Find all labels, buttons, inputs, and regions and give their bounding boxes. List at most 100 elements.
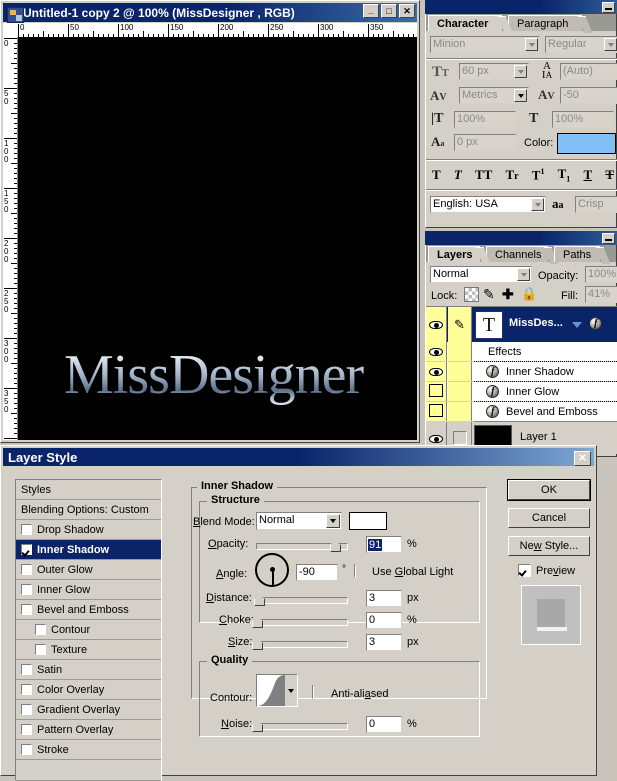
use-global-light-checkbox[interactable] [354,564,356,578]
style-item-outer-glow[interactable]: Outer Glow [16,560,161,580]
layer-style-close-button[interactable]: ✕ [574,451,591,466]
vertical-scale-input[interactable]: 100% [454,111,516,128]
faux-bold-button[interactable]: T [432,167,441,183]
size-slider[interactable] [256,641,348,648]
style-item-inner-glow[interactable]: Inner Glow [16,580,161,600]
bevel-emboss-link-cell[interactable] [448,402,472,421]
styles-list[interactable]: Styles Blending Options: Custom Drop Sha… [15,479,162,781]
angle-dial[interactable] [255,553,289,587]
minimize-button[interactable]: _ [363,4,379,18]
image-window-titlebar[interactable]: Untitled-1 copy 2 @ 100% (MissDesigner ,… [3,3,417,23]
lock-image-brush-icon[interactable]: ✎ [483,286,495,303]
layer-name-text[interactable]: MissDes... [509,317,563,329]
language-select[interactable]: English: USA [430,196,546,213]
close-button[interactable]: ✕ [399,4,415,18]
horizontal-scale-input[interactable]: 100% [552,111,614,128]
preview-checkbox-row[interactable]: Preview [518,564,575,577]
layer-visibility-toggle-text[interactable] [426,307,447,342]
choke-slider-thumb[interactable] [252,615,263,628]
font-style-dropdown-icon[interactable] [604,38,617,51]
inner-glow-checkbox[interactable] [21,584,32,595]
shadow-color-swatch[interactable] [349,512,387,530]
new-style-button[interactable]: New Style... [508,536,590,556]
layer-link-toggle-text[interactable]: ✎ [448,307,472,342]
texture-checkbox[interactable] [35,644,46,655]
tab-character[interactable]: Character [428,15,513,33]
lock-transparency-icon[interactable] [464,287,479,302]
effects-expand-chevron-down-icon[interactable] [572,322,582,328]
color-overlay-checkbox[interactable] [21,684,32,695]
lock-all-lock-icon[interactable]: 🔒 [521,286,537,302]
cancel-button[interactable]: Cancel [508,508,590,528]
style-item-blending-options[interactable]: Blending Options: Custom [16,500,161,520]
style-item-contour[interactable]: Contour [16,620,161,640]
style-item-texture[interactable]: Texture [16,640,161,660]
satin-checkbox[interactable] [21,664,32,675]
choke-input[interactable]: 0 [366,612,402,629]
layer-thumbnail-text[interactable]: T [475,311,503,339]
bevel-emboss-visibility-toggle[interactable] [426,402,447,421]
style-item-satin[interactable]: Satin [16,660,161,680]
distance-slider-thumb[interactable] [253,593,265,606]
gradient-overlay-checkbox[interactable] [21,704,32,715]
superscript-button[interactable]: T1 [532,167,545,183]
layers-palette-minimize-icon[interactable] [602,233,615,244]
leading-input[interactable]: (Auto) [560,63,617,80]
lock-position-move-icon[interactable]: ✚ [502,286,514,303]
font-style-input[interactable]: Regular [545,36,617,53]
outer-glow-checkbox[interactable] [21,564,32,575]
distance-slider[interactable] [256,597,348,604]
preview-checkbox[interactable] [518,564,531,577]
tracking-input[interactable]: -50 [560,87,617,104]
angle-input[interactable]: -90 [296,564,338,581]
style-item-inner-shadow[interactable]: Inner Shadow [16,540,161,560]
style-item-gradient-overlay[interactable]: Gradient Overlay [16,700,161,720]
ok-button[interactable]: OK [508,480,590,500]
inner-shadow-visibility-toggle[interactable] [426,362,447,381]
inner-glow-visibility-toggle[interactable] [426,382,447,401]
noise-input[interactable]: 0 [366,716,402,733]
blend-mode-select[interactable]: Normal [430,266,532,283]
font-family-input[interactable]: Minion [430,36,540,53]
contour-preset-picker[interactable] [256,674,298,707]
palette-minimize-icon[interactable] [602,2,615,13]
size-slider-thumb[interactable] [252,637,263,650]
maximize-button[interactable]: □ [381,4,397,18]
effects-visibility-toggle[interactable] [426,342,447,361]
character-palette-titlebar[interactable] [425,0,617,14]
style-item-color-overlay[interactable]: Color Overlay [16,680,161,700]
noise-slider-thumb[interactable] [252,719,263,732]
font-family-dropdown-icon[interactable] [525,38,538,51]
drop-shadow-checkbox[interactable] [21,524,32,535]
layer-name-layer1[interactable]: Layer 1 [520,431,557,443]
layers-palette-titlebar[interactable] [425,231,617,245]
kerning-input[interactable]: Metrics [459,87,529,104]
anti-alias-select[interactable]: Crisp [575,196,617,213]
vertical-ruler[interactable]: 0 50 100 150 200 250 300 350 [3,37,18,440]
inner-shadow-link-cell[interactable] [448,362,472,381]
contour-dropdown-icon[interactable] [284,675,297,706]
font-size-dropdown-icon[interactable] [514,65,527,78]
style-item-drop-shadow[interactable]: Drop Shadow [16,520,161,540]
font-size-input[interactable]: 60 px [459,63,529,80]
language-dropdown-icon[interactable] [531,198,544,211]
strikethrough-button[interactable]: T [605,167,614,183]
fill-input[interactable]: 41% [585,286,617,303]
contour-checkbox[interactable] [35,624,46,635]
tab-paths[interactable]: Paths [554,246,611,264]
underline-button[interactable]: T [583,167,592,183]
blend-mode-dropdown-icon[interactable] [517,268,530,281]
baseline-shift-input[interactable]: 0 px [454,134,516,151]
small-caps-button[interactable]: Tr [505,167,518,183]
text-color-swatch[interactable] [557,133,616,154]
tab-paragraph[interactable]: Paragraph [508,15,593,33]
image-canvas[interactable]: MissDesigner [18,37,417,440]
opacity-input[interactable]: 91 [366,536,402,553]
pattern-overlay-checkbox[interactable] [21,724,32,735]
style-item-stroke[interactable]: Stroke [16,740,161,760]
all-caps-button[interactable]: TT [475,167,492,183]
stroke-checkbox[interactable] [21,744,32,755]
faux-italic-button[interactable]: T [454,167,462,183]
subscript-button[interactable]: T1 [558,166,571,184]
horizontal-ruler[interactable]: 0 50 100 150 200 250 300 350 [3,23,417,38]
